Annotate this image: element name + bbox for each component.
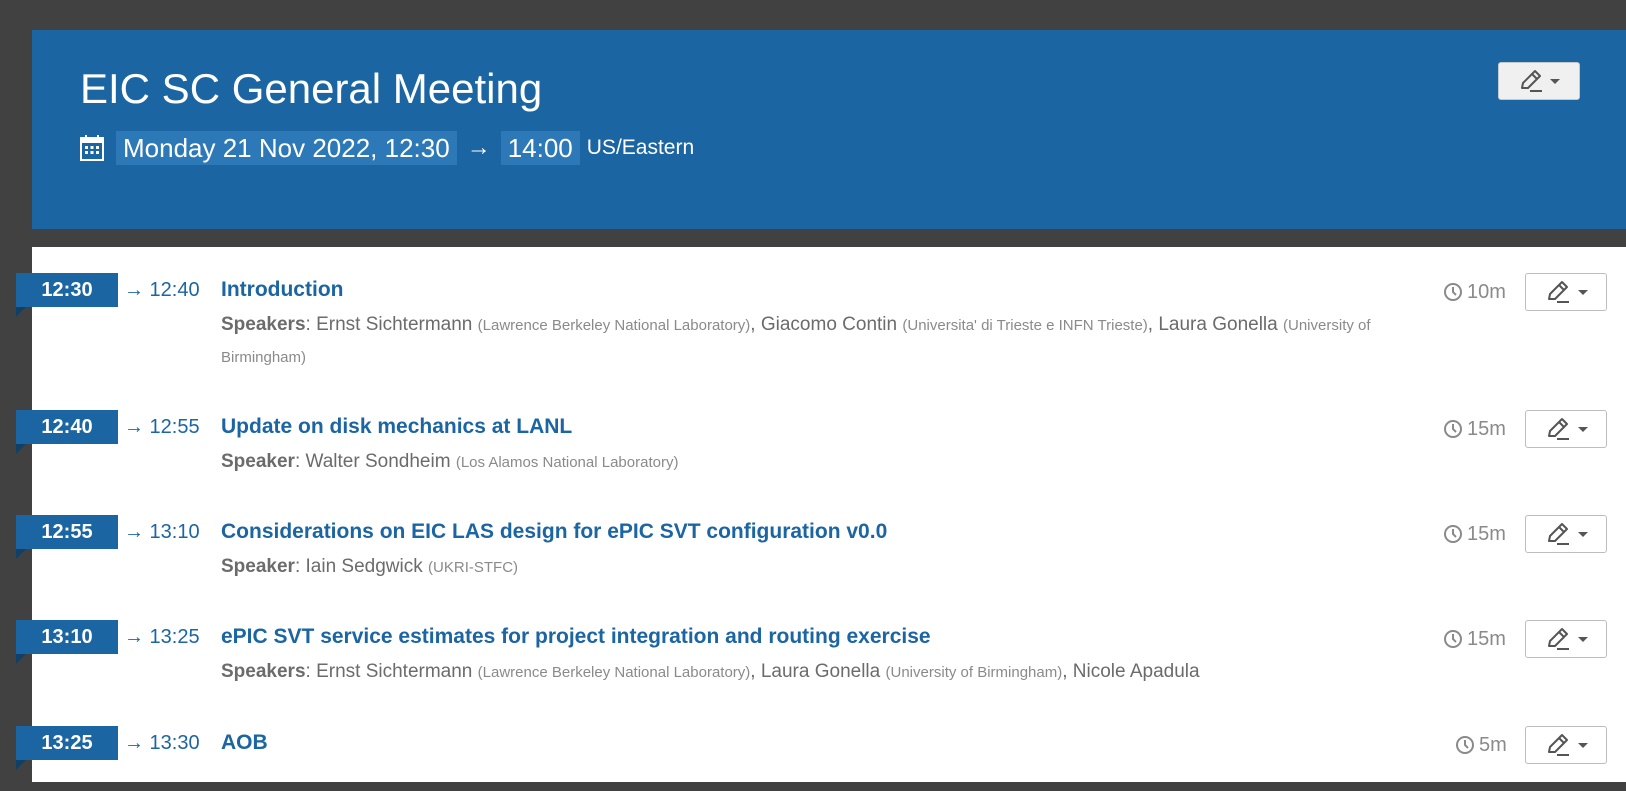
speaker-affiliation: (UKRI-STFC) [428,559,519,576]
event-header: EIC SC General Meeting Monday 21 Nov 202… [32,30,1626,229]
calendar-icon [80,135,104,161]
clock-icon [1443,629,1463,649]
speaker-name: Giacomo Contin [760,314,898,335]
entry-duration: 15m [1443,415,1506,443]
speakers-label: Speaker [221,451,295,472]
pencil-icon [1545,626,1571,652]
event-date-row: Monday 21 Nov 2022, 12:30 → 14:00 US/Eas… [80,131,694,165]
caret-down-icon [1577,742,1588,748]
entry-title-link[interactable]: Considerations on EIC LAS design for ePI… [221,515,887,549]
duration-value: 5m [1479,733,1507,756]
entry-edit-button[interactable] [1525,515,1607,553]
event-title: EIC SC General Meeting [80,65,543,112]
speaker-affiliation: (Universita' di Trieste e INFN Trieste) [902,317,1148,334]
clock-icon [1443,282,1463,302]
entry-title-link[interactable]: Introduction [221,273,343,307]
speaker-name: Ernst Sichtermann [316,661,473,682]
caret-down-icon [1577,636,1588,642]
entry-duration: 10m [1443,278,1506,306]
speaker-affiliation: (Los Alamos National Laboratory) [455,454,679,471]
duration-value: 10m [1467,280,1506,303]
entry-end-time: → 13:25 [124,626,200,648]
entry-title-link[interactable]: Update on disk mechanics at LANL [221,410,572,444]
entry-speakers: Speaker: Walter Sondheim (Los Alamos Nat… [221,451,679,472]
duration-value: 15m [1467,522,1506,545]
duration-value: 15m [1467,417,1506,440]
entry-start-time: 13:25 [16,726,118,770]
entry-title-link[interactable]: ePIC SVT service estimates for project i… [221,620,931,654]
entry-end-time: → 12:55 [124,416,200,438]
entry-start-time: 12:55 [16,515,118,559]
caret-down-icon [1550,78,1560,84]
entry-duration: 15m [1443,520,1506,548]
date-arrow: → [466,134,491,161]
entry-duration: 5m [1455,731,1507,759]
clock-icon [1455,735,1475,755]
event-timezone: US/Eastern [586,136,695,159]
entry-start-time: 12:30 [16,273,118,317]
entry-edit-button[interactable] [1525,726,1607,764]
entry-speakers: Speakers: Ernst Sichtermann (Lawrence Be… [221,661,1200,682]
entry-edit-button[interactable] [1525,273,1607,311]
entry-speakers: Speaker: Iain Sedgwick (UKRI-STFC) [221,556,519,577]
entry-end-time: → 12:40 [124,279,200,301]
page: EIC SC General Meeting Monday 21 Nov 202… [0,0,1626,791]
event-end-time: 14:00 [500,131,580,165]
caret-down-icon [1577,289,1588,295]
pencil-icon [1518,68,1544,94]
clock-icon [1443,419,1463,439]
speaker-affiliation: (Lawrence Berkeley National Laboratory) [477,664,751,681]
speaker-name: Laura Gonella [760,661,881,682]
clock-icon [1443,524,1463,544]
speaker-affiliation: (University of Birmingham) [885,664,1063,681]
pencil-icon [1545,416,1571,442]
speakers-label: Speakers [221,661,306,682]
speakers-label: Speaker [221,556,295,577]
speaker-name: Walter Sondheim [305,451,451,472]
caret-down-icon [1577,531,1588,537]
speaker-name: Nicole Apadula [1072,661,1200,682]
duration-value: 15m [1467,627,1506,650]
entry-end-time: → 13:10 [124,521,200,543]
event-start-datetime: Monday 21 Nov 2022, 12:30 [116,131,457,165]
caret-down-icon [1577,426,1588,432]
entry-start-time: 12:40 [16,410,118,454]
entry-duration: 15m [1443,625,1506,653]
speaker-name: Iain Sedgwick [305,556,423,577]
pencil-icon [1545,521,1571,547]
speakers-label: Speakers [221,314,306,335]
entry-speakers: Speakers: Ernst Sichtermann (Lawrence Be… [221,314,1371,366]
speaker-name: Laura Gonella [1158,314,1278,335]
entry-edit-button[interactable] [1525,620,1607,658]
event-edit-button[interactable] [1498,62,1580,100]
entry-start-time: 13:10 [16,620,118,664]
speaker-name: Ernst Sichtermann [316,314,473,335]
entry-end-time: → 13:30 [124,732,200,754]
speaker-affiliation: (Lawrence Berkeley National Laboratory) [477,317,751,334]
pencil-icon [1545,279,1571,305]
entry-edit-button[interactable] [1525,410,1607,448]
pencil-icon [1545,732,1571,758]
entry-title-link[interactable]: AOB [221,726,268,760]
